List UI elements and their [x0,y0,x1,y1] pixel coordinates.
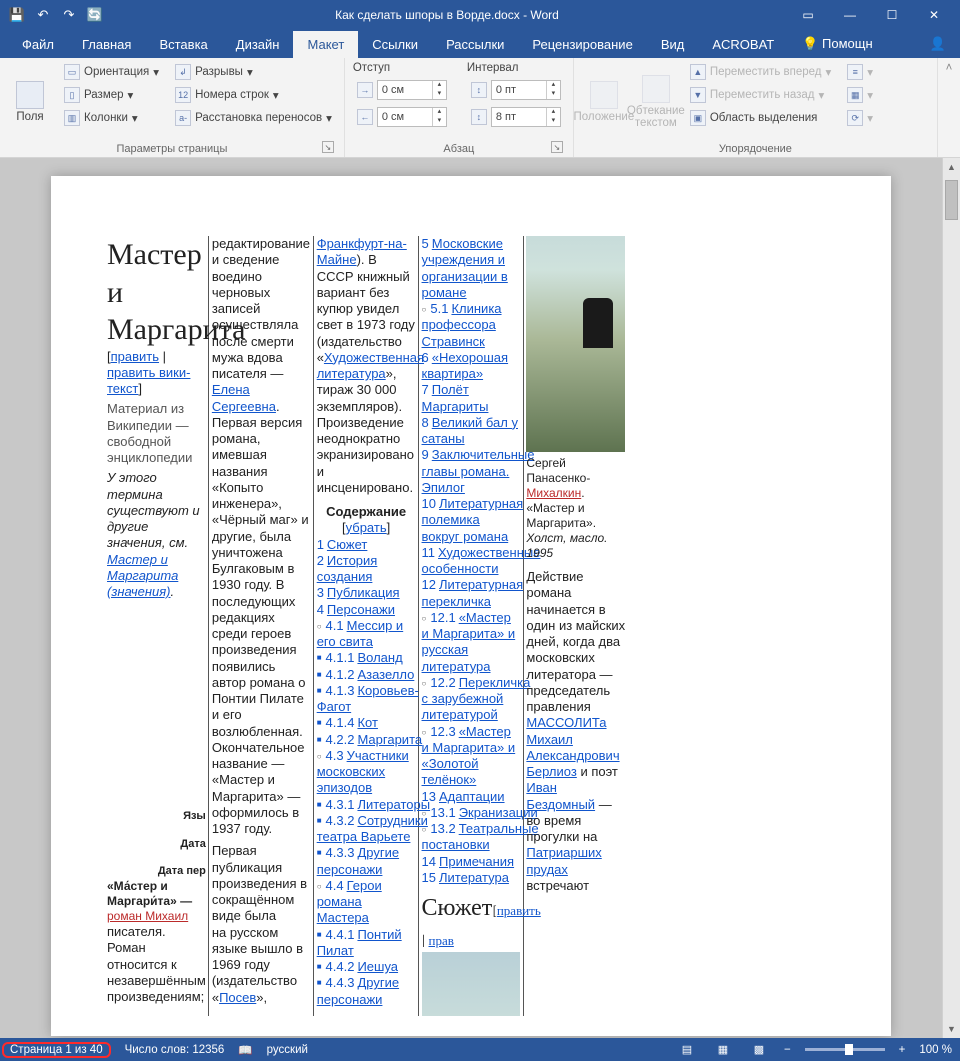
group-page-setup: Поля ▭ Ориентация ▾ ▯ Размер ▾ ▥ Колонки… [0,58,345,157]
size-icon: ▯ [64,87,80,103]
title-bar: 💾 ↶ ↷ 🔄 Как сделать шпоры в Ворде.docx -… [0,0,960,30]
spacing-label: Интервал [467,62,565,78]
rotate-icon: ⟳ [847,110,863,126]
tab-file[interactable]: Файл [8,31,68,58]
article-title: Мастер и Маргарита [107,236,206,349]
indent-right[interactable]: ← 0 см▴▾ [353,105,451,129]
indent-right-icon: ← [357,109,373,125]
document-content: Мастер и Маргарита [править | править ви… [107,236,835,1016]
subtitle: Материал из Википедии — свободной энцикл… [107,401,206,466]
group-label-page-setup: Параметры страницы ↘ [8,141,336,155]
orientation-icon: ▭ [64,64,80,80]
page: Мастер и Маргарита [править | править ви… [51,176,891,1036]
link-bezdomny[interactable]: Иван Бездомный [526,780,595,811]
redo-button[interactable]: ↷ [58,4,80,26]
undo-button[interactable]: ↶ [32,4,54,26]
spacing-before-icon: ↕ [471,82,487,98]
link-elena[interactable]: Елена Сергеевна [212,382,276,413]
ribbon: Поля ▭ Ориентация ▾ ▯ Размер ▾ ▥ Колонки… [0,58,960,158]
margins-icon [16,81,44,109]
contents-title: Содержание [317,504,416,520]
tab-view[interactable]: Вид [647,31,699,58]
tab-acrobat[interactable]: ACROBAT [698,31,788,58]
workspace: Мастер и Маргарита [править | править ви… [0,158,960,1038]
window-title: Как сделать шпоры в Ворде.docx - Word [106,8,788,22]
close-button[interactable]: ✕ [914,1,954,29]
indent-left-icon: → [357,82,373,98]
spacing-after[interactable]: ↕ 8 пт▴▾ [467,105,565,129]
tab-insert[interactable]: Вставка [145,31,221,58]
group-label-paragraph: Абзац ↘ [353,141,565,155]
columns-icon: ▥ [64,110,80,126]
save-button[interactable]: 💾 [6,4,28,26]
share-icon[interactable]: 👤 [916,30,960,58]
breaks-icon: ↲ [175,64,191,80]
document-area[interactable]: Мастер и Маргарита [править | править ви… [0,158,942,1038]
hide-contents[interactable]: убрать [346,520,387,535]
columns-button[interactable]: ▥ Колонки ▾ [60,108,163,128]
orientation-button[interactable]: ▭ Ориентация ▾ [60,62,163,82]
indent-left[interactable]: → 0 см▴▾ [353,78,451,102]
group-button: ▦▾ [843,85,877,105]
link-patriarshi[interactable]: Патриарших прудах [526,845,601,876]
tab-layout[interactable]: Макет [293,31,358,58]
sync-button[interactable]: 🔄 [84,4,106,26]
ribbon-tabs: Файл Главная Вставка Дизайн Макет Ссылки… [0,30,960,58]
tab-mailings[interactable]: Рассылки [432,31,518,58]
ribbon-options-button[interactable]: ▭ [788,1,828,29]
spacing-after-icon: ↕ [471,109,487,125]
bring-forward-button: ▲ Переместить вперед ▾ [686,62,835,82]
collapse-ribbon[interactable]: ˄ [938,58,960,157]
link-massolit[interactable]: МАССОЛИТа [526,715,606,730]
position-icon [590,81,618,109]
vertical-scrollbar[interactable]: ▲ ▼ [942,158,960,1038]
forward-icon: ▲ [690,64,706,80]
paragraph-dialog-launcher[interactable]: ↘ [551,141,563,153]
align-button: ≡▾ [843,62,877,82]
tab-home[interactable]: Главная [68,31,145,58]
group-arrange: Положение Обтекание текстом ▲ Переместит… [574,58,938,157]
edit-link[interactable]: править [111,349,159,364]
hyphenation-icon: a- [175,110,191,126]
scroll-down[interactable]: ▼ [943,1020,960,1038]
backward-icon: ▼ [690,87,706,103]
tell-me[interactable]: 💡 Помощн [788,30,886,58]
wrap-text-button: Обтекание текстом [634,62,678,141]
edit-wiki-link[interactable]: править вики-текст [107,365,190,396]
scroll-thumb[interactable] [945,180,958,220]
page-setup-dialog-launcher[interactable]: ↘ [322,141,334,153]
link-berlioz[interactable]: Берлиоз [526,764,576,779]
link-hudlit[interactable]: Художественная литература [317,350,424,381]
size-button[interactable]: ▯ Размер ▾ [60,85,163,105]
tab-references[interactable]: Ссылки [358,31,432,58]
hyphenation-button[interactable]: a- Расстановка переносов ▾ [171,108,336,128]
breaks-button[interactable]: ↲ Разрывы ▾ [171,62,336,82]
line-numbers-icon: 12 [175,87,191,103]
selection-pane-icon: ▣ [690,110,706,126]
group-label-arrange: Упорядочение [582,141,929,155]
spacing-before[interactable]: ↕ 0 пт▴▾ [467,78,565,102]
tab-review[interactable]: Рецензирование [518,31,646,58]
wrap-icon [642,75,670,103]
link-posev[interactable]: Посев [219,990,256,1005]
disambig-link[interactable]: Мастер и Маргарита (значения) [107,552,178,600]
minimize-button[interactable]: — [830,1,870,29]
indent-label: Отступ [353,62,451,78]
maximize-button[interactable]: ☐ [872,1,912,29]
group-paragraph: Отступ → 0 см▴▾ ← 0 см▴▾ Интервал ↕ 0 пт… [345,58,574,157]
edit-sujet[interactable]: править [497,904,541,919]
send-backward-button: ▼ Переместить назад ▾ [686,85,835,105]
selection-pane-button[interactable]: ▣ Область выделения [686,108,835,128]
margins-button[interactable]: Поля [8,62,52,141]
line-numbers-button[interactable]: 12 Номера строк ▾ [171,85,336,105]
tab-design[interactable]: Дизайн [222,31,294,58]
group-icon: ▦ [847,87,863,103]
rotate-button: ⟳▾ [843,108,877,128]
scroll-up[interactable]: ▲ [943,158,960,176]
align-icon: ≡ [847,64,863,80]
position-button: Положение [582,62,626,141]
